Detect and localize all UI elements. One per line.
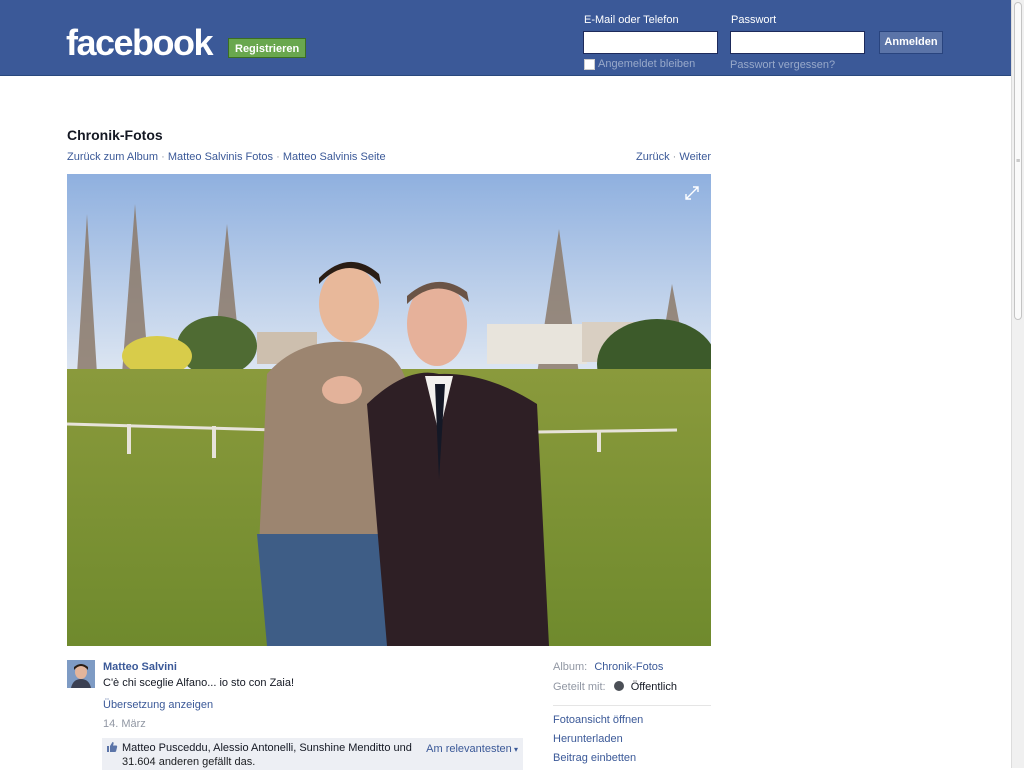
sort-label: Am relevantesten bbox=[426, 743, 512, 755]
author-photos-link[interactable]: Matteo Salvinis Fotos bbox=[168, 151, 273, 163]
next-photo-link[interactable]: Weiter bbox=[679, 151, 711, 163]
likers-link[interactable]: Matteo Pusceddu, Alessio Antonelli, Suns… bbox=[122, 742, 412, 754]
password-label: Passwort bbox=[731, 14, 777, 26]
photo-image bbox=[67, 174, 711, 646]
likes-summary: Matteo Pusceddu, Alessio Antonelli, Suns… bbox=[102, 738, 523, 770]
login-button[interactable]: Anmelden bbox=[879, 31, 943, 54]
page-title: Chronik-Fotos bbox=[67, 127, 163, 143]
top-bar: facebook Registrieren E-Mail oder Telefo… bbox=[0, 0, 1011, 76]
album-info: Album: Chronik-Fotos bbox=[553, 661, 663, 673]
embed-post-link[interactable]: Beitrag einbetten bbox=[553, 752, 636, 764]
main-photo[interactable] bbox=[67, 174, 711, 646]
privacy-value: Öffentlich bbox=[630, 681, 677, 693]
open-photo-viewer-link[interactable]: Fotoansicht öffnen bbox=[553, 714, 643, 726]
password-field[interactable] bbox=[730, 31, 865, 54]
like-thumb-icon bbox=[107, 742, 118, 752]
avatar-image bbox=[67, 660, 95, 688]
photo-navigation: Zurück · Weiter bbox=[636, 151, 711, 163]
post-caption: C'è chi sceglie Alfano... io sto con Zai… bbox=[103, 677, 295, 689]
breadcrumb-separator: · bbox=[161, 151, 165, 163]
album-link[interactable]: Chronik-Fotos bbox=[594, 661, 663, 673]
author-avatar[interactable] bbox=[67, 660, 95, 688]
scroll-grip-icon: ≡ bbox=[1015, 158, 1021, 165]
download-link[interactable]: Herunterladen bbox=[553, 733, 623, 745]
author-page-link[interactable]: Matteo Salvinis Seite bbox=[283, 151, 386, 163]
email-label: E-Mail oder Telefon bbox=[584, 14, 679, 26]
page-scrollbar[interactable]: ≡ bbox=[1011, 0, 1024, 768]
remember-me[interactable]: Angemeldet bleiben bbox=[584, 58, 695, 70]
author-name-link[interactable]: Matteo Salvini bbox=[103, 661, 177, 673]
show-translation-link[interactable]: Übersetzung anzeigen bbox=[103, 699, 213, 711]
previous-photo-link[interactable]: Zurück bbox=[636, 151, 670, 163]
remember-checkbox[interactable] bbox=[584, 58, 595, 70]
album-label: Album: bbox=[553, 661, 588, 673]
sidebar-divider bbox=[553, 705, 711, 706]
remember-label: Angemeldet bleiben bbox=[598, 58, 696, 70]
expand-icon[interactable] bbox=[685, 186, 699, 200]
shared-with-label: Geteilt mit: bbox=[553, 681, 606, 693]
globe-icon bbox=[613, 681, 624, 691]
back-to-album-link[interactable]: Zurück zum Album bbox=[67, 151, 158, 163]
post-date[interactable]: 14. März bbox=[103, 718, 146, 730]
comment-sort-dropdown[interactable]: Am relevantesten ▾ bbox=[426, 742, 518, 757]
nav-separator: · bbox=[672, 151, 677, 163]
facebook-logo[interactable]: facebook bbox=[66, 24, 214, 62]
forgot-password-link[interactable]: Passwort vergessen? bbox=[730, 59, 835, 71]
email-field[interactable] bbox=[583, 31, 718, 54]
privacy-info: Geteilt mit: Öffentlich bbox=[553, 681, 677, 693]
likes-count[interactable]: 31.604 anderen gefällt das. bbox=[122, 756, 255, 768]
breadcrumb: Zurück zum Album · Matteo Salvinis Fotos… bbox=[67, 151, 386, 163]
chevron-down-icon: ▾ bbox=[511, 745, 518, 754]
register-button[interactable]: Registrieren bbox=[228, 38, 307, 58]
breadcrumb-separator: · bbox=[276, 151, 280, 163]
